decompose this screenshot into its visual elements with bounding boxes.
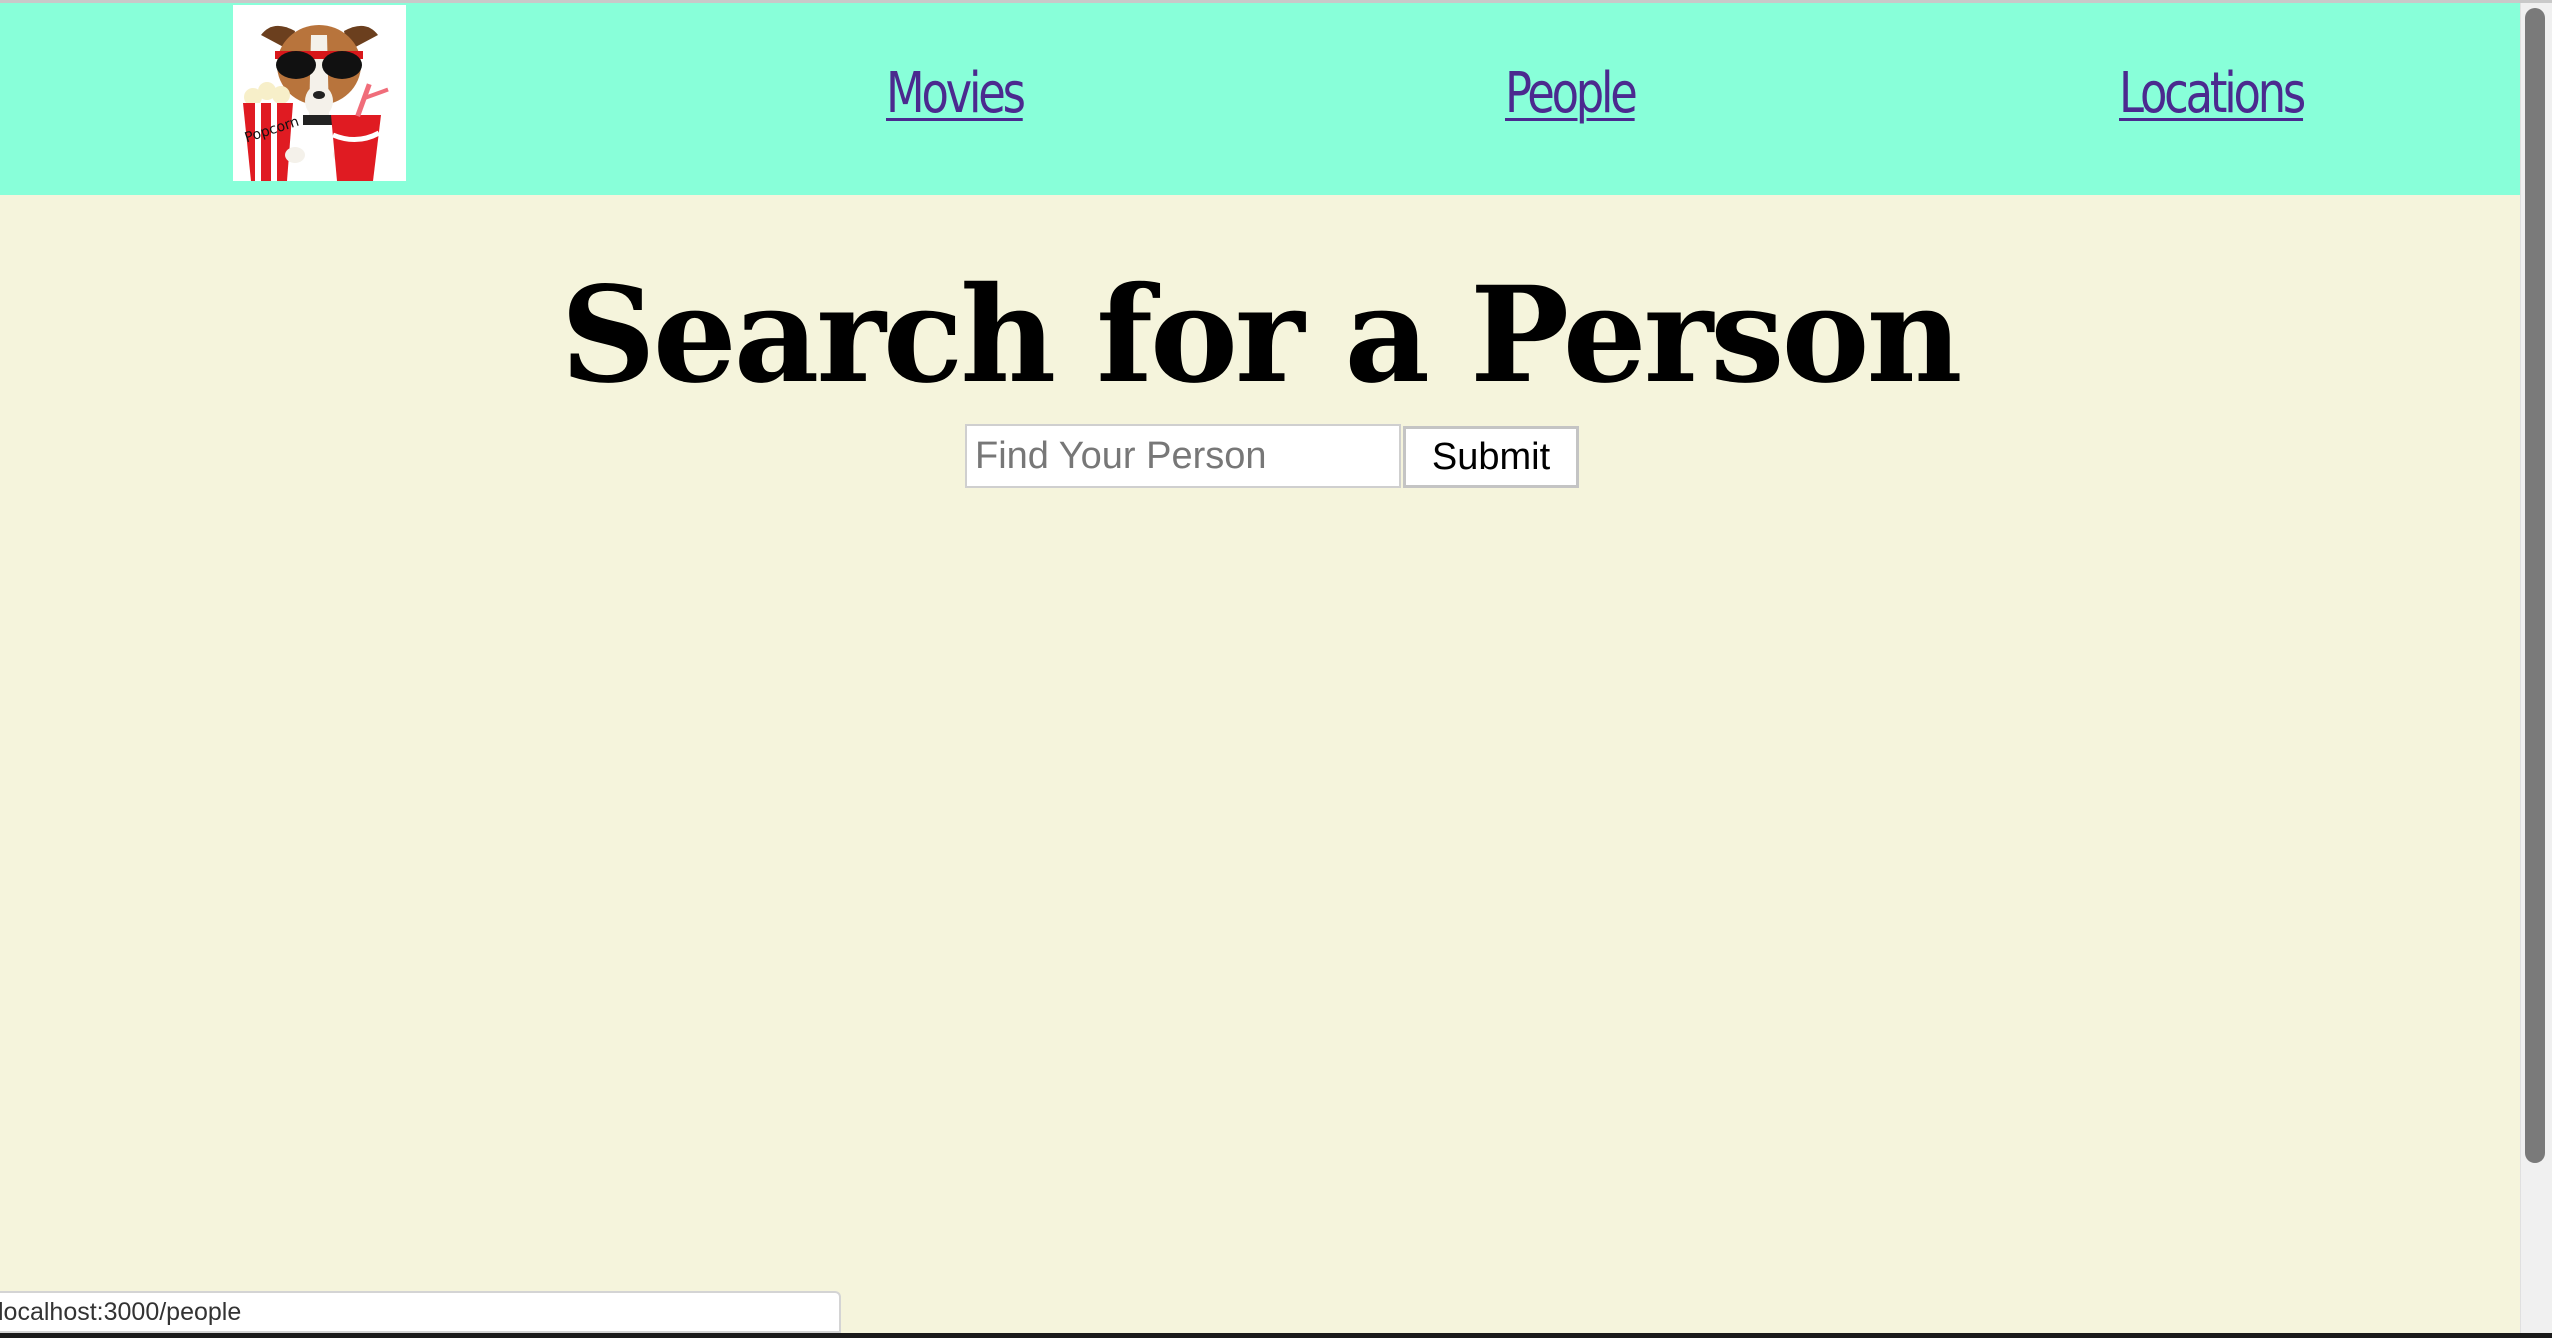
nav-link-movies[interactable]: Movies (886, 61, 1026, 126)
nav-link-people[interactable]: People (1505, 61, 1638, 126)
search-input[interactable] (965, 424, 1401, 488)
nav-link-locations[interactable]: Locations (2119, 61, 2306, 126)
page: Popcorn Movies People Locations Search f… (0, 0, 2552, 1338)
scrollbar-thumb[interactable] (2525, 8, 2545, 1163)
page-title: Search for a Person (560, 258, 1962, 413)
dog-popcorn-logo-icon: Popcorn (233, 5, 406, 181)
submit-button[interactable]: Submit (1403, 426, 1579, 488)
window-bottom-border (0, 1333, 2552, 1338)
navbar: Popcorn Movies People Locations (0, 3, 2520, 195)
status-bar-url: localhost:3000/people (0, 1291, 841, 1333)
logo[interactable]: Popcorn (233, 5, 406, 181)
